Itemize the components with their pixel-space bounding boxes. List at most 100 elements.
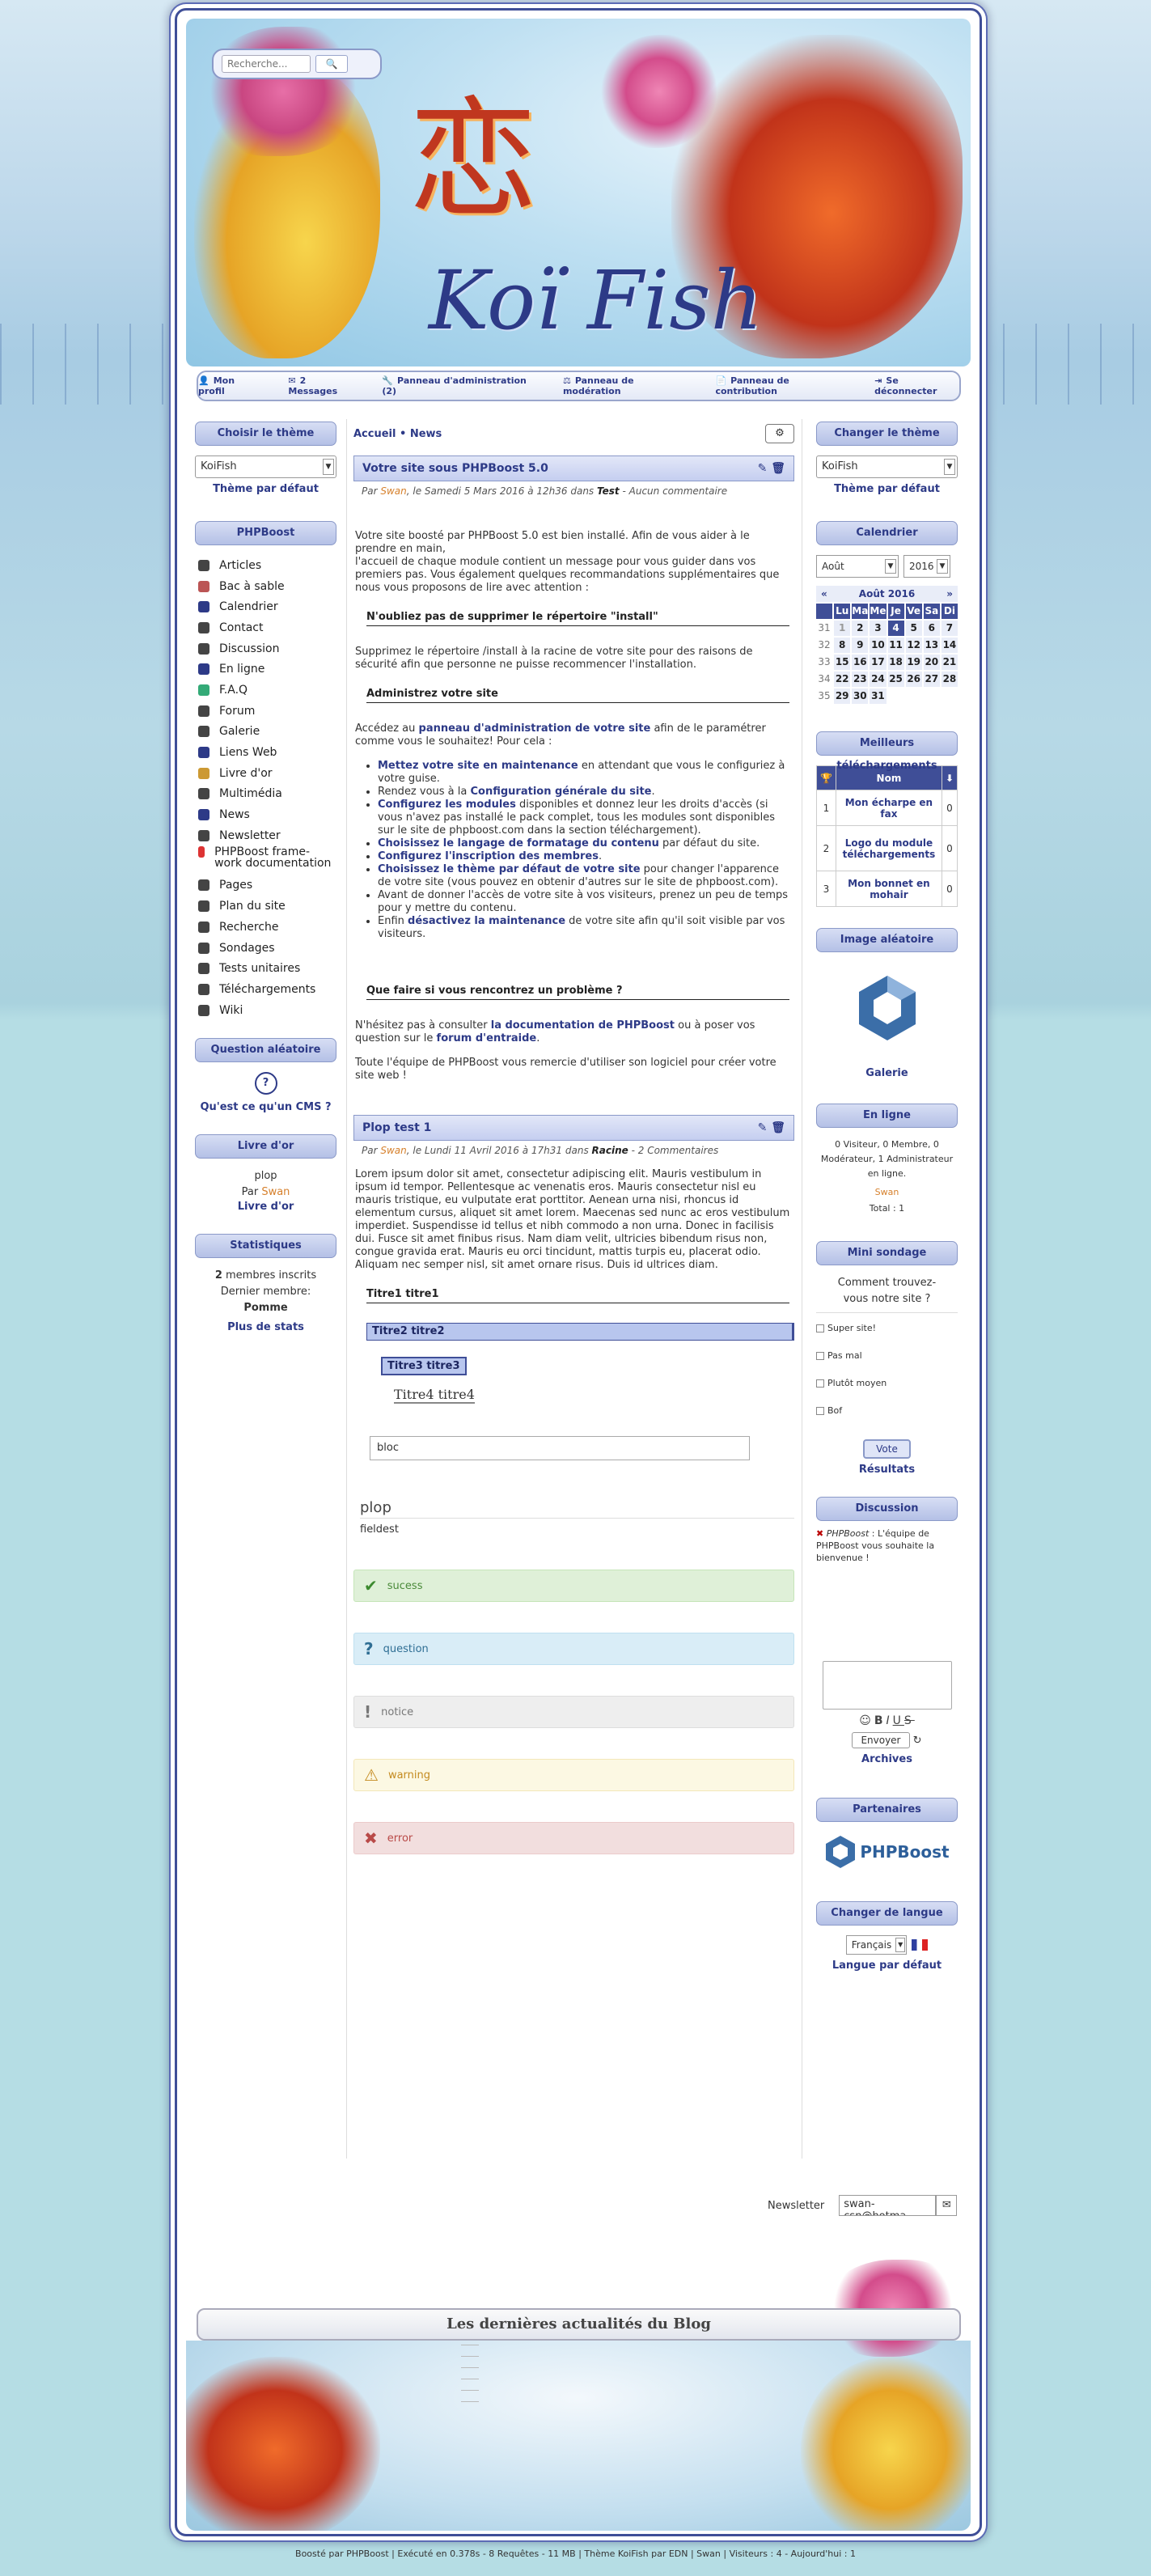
calendar-day[interactable]: 1 (834, 621, 851, 636)
trash-icon[interactable]: 🗑 (771, 462, 785, 475)
language-select[interactable]: Français ▼ (845, 1935, 908, 1955)
calendar-day[interactable]: 24 (870, 672, 887, 687)
gear-button[interactable]: ⚙ (765, 424, 794, 443)
menu-item[interactable]: Sondages (195, 938, 336, 959)
article-title[interactable]: Plop test 1 (362, 1121, 431, 1134)
calendar-next[interactable]: » (946, 586, 953, 602)
checkbox[interactable] (816, 1407, 824, 1415)
month-select[interactable]: Août ▼ (816, 555, 899, 578)
calendar-day[interactable]: 10 (870, 638, 887, 653)
calendar-day[interactable]: 12 (905, 638, 922, 653)
menu-item[interactable]: Forum (195, 701, 336, 722)
author-link[interactable]: Swan (380, 485, 406, 497)
calendar-day[interactable]: 3 (870, 621, 887, 636)
list-link[interactable]: Mettez votre site en maintenance (378, 760, 578, 772)
checkbox[interactable] (816, 1379, 824, 1388)
calendar-day[interactable]: 28 (941, 672, 958, 687)
menu-item[interactable]: Pages (195, 875, 336, 896)
menu-item[interactable]: Livre d'or (195, 763, 336, 784)
calendar-day[interactable]: 21 (941, 655, 958, 670)
menu-item[interactable]: Multimédia (195, 784, 336, 805)
calendar-day[interactable]: 19 (905, 655, 922, 670)
author-link[interactable]: Swan (380, 1145, 406, 1156)
calendar-day[interactable]: 16 (852, 655, 869, 670)
newsletter-submit-button[interactable]: ✉ (936, 2195, 958, 2216)
calendar-day[interactable]: 23 (852, 672, 869, 687)
close-icon[interactable]: ✖ (816, 1528, 823, 1539)
trash-icon[interactable]: 🗑 (771, 1121, 785, 1134)
logout-link[interactable]: ⇥ Se déconnecter (874, 375, 959, 396)
partner-logo[interactable]: PHPBoost (816, 1832, 958, 1872)
checkbox[interactable] (816, 1324, 824, 1332)
menu-item[interactable]: Bac à sable (195, 576, 336, 597)
menu-item[interactable]: F.A.Q (195, 680, 336, 701)
chat-textarea[interactable] (822, 1661, 952, 1710)
poll-option[interactable]: Bof (816, 1405, 958, 1433)
menu-item[interactable]: Calendrier (195, 596, 336, 617)
default-language-link[interactable]: Langue par défaut (816, 1960, 958, 1972)
random-image[interactable] (851, 972, 924, 1044)
newsletter-email-input[interactable]: swan-csn@hotma (839, 2195, 937, 2216)
menu-item[interactable]: Tests unitaires (195, 958, 336, 979)
italic-icon[interactable]: I (887, 1714, 893, 1727)
calendar-day[interactable]: 22 (834, 672, 851, 687)
calendar-day[interactable]: 26 (905, 672, 922, 687)
category-link[interactable]: Racine (592, 1145, 628, 1156)
list-link[interactable]: Configuration générale du site (471, 786, 652, 798)
poll-option[interactable]: Pas mal (816, 1350, 958, 1378)
menu-item[interactable]: Contact (195, 617, 336, 638)
calendar-day[interactable]: 9 (852, 638, 869, 653)
strike-icon[interactable]: S (904, 1714, 915, 1727)
stats-last-member[interactable]: Pomme (195, 1300, 336, 1316)
menu-item[interactable]: Galerie (195, 722, 336, 743)
list-link[interactable]: Configurez l'inscription des membres (378, 850, 599, 862)
article-title[interactable]: Votre site sous PHPBoost 5.0 (362, 462, 548, 475)
edit-icon[interactable]: ✎ (758, 462, 768, 475)
menu-item[interactable]: Recherche (195, 917, 336, 938)
list-link[interactable]: Choisissez le thème par défaut de votre … (378, 863, 641, 875)
calendar-day[interactable]: 15 (834, 655, 851, 670)
online-user[interactable]: Swan (816, 1184, 958, 1201)
chat-send-button[interactable]: Envoyer (852, 1732, 910, 1748)
calendar-prev[interactable]: « (821, 586, 827, 602)
search-input[interactable] (222, 55, 311, 73)
list-link[interactable]: Choisissez le langage de formatage du co… (378, 837, 659, 849)
menu-item[interactable]: News (195, 804, 336, 825)
refresh-icon[interactable]: ↻ (913, 1735, 922, 1747)
calendar-day[interactable]: 5 (905, 621, 922, 636)
theme-select[interactable]: KoiFish ▼ (816, 455, 958, 478)
guestbook-author[interactable]: Swan (261, 1186, 290, 1198)
menu-item[interactable]: Articles (195, 555, 336, 576)
list-link[interactable]: désactivez la maintenance (408, 915, 565, 927)
forum-link[interactable]: forum d'entraide (437, 1032, 537, 1044)
underline-icon[interactable]: U (893, 1714, 904, 1727)
smiley-icon[interactable]: ☺ (859, 1714, 874, 1727)
moderation-link[interactable]: ⚖ Panneau de modération (563, 375, 688, 396)
calendar-day[interactable]: 31 (870, 688, 887, 704)
breadcrumb-news[interactable]: News (410, 428, 442, 440)
calendar-day[interactable]: 17 (870, 655, 887, 670)
calendar-day[interactable]: 6 (923, 621, 940, 636)
guestbook-link[interactable]: Livre d'or (195, 1201, 336, 1213)
contribution-link[interactable]: 📄 Panneau de contribution (715, 375, 847, 396)
calendar-day[interactable]: 27 (923, 672, 940, 687)
poll-results-link[interactable]: Résultats (816, 1464, 958, 1476)
search-button[interactable]: 🔍 (315, 55, 348, 73)
checkbox[interactable] (816, 1352, 824, 1360)
poll-option[interactable]: Plutôt moyen (816, 1378, 958, 1405)
documentation-link[interactable]: la documentation de PHPBoost (491, 1019, 675, 1032)
theme-select[interactable]: KoiFish ▼ (195, 455, 336, 478)
bold-icon[interactable]: B (874, 1714, 887, 1727)
more-stats-link[interactable]: Plus de stats (195, 1321, 336, 1333)
year-select[interactable]: 2016 ▼ (903, 555, 950, 578)
calendar-day[interactable]: 4 (887, 621, 904, 636)
chat-author[interactable]: PHPBoost (827, 1528, 870, 1539)
vote-button[interactable]: Vote (863, 1439, 911, 1459)
calendar-day[interactable]: 14 (941, 638, 958, 653)
admin-panel-link[interactable]: panneau d'administration de votre site (419, 722, 651, 735)
random-question-link[interactable]: Qu'est ce qu'un CMS ? (195, 1101, 336, 1113)
calendar-day[interactable]: 13 (923, 638, 940, 653)
menu-item[interactable]: Discussion (195, 638, 336, 659)
calendar-day[interactable]: 20 (923, 655, 940, 670)
menu-item[interactable]: Téléchargements (195, 979, 336, 1000)
